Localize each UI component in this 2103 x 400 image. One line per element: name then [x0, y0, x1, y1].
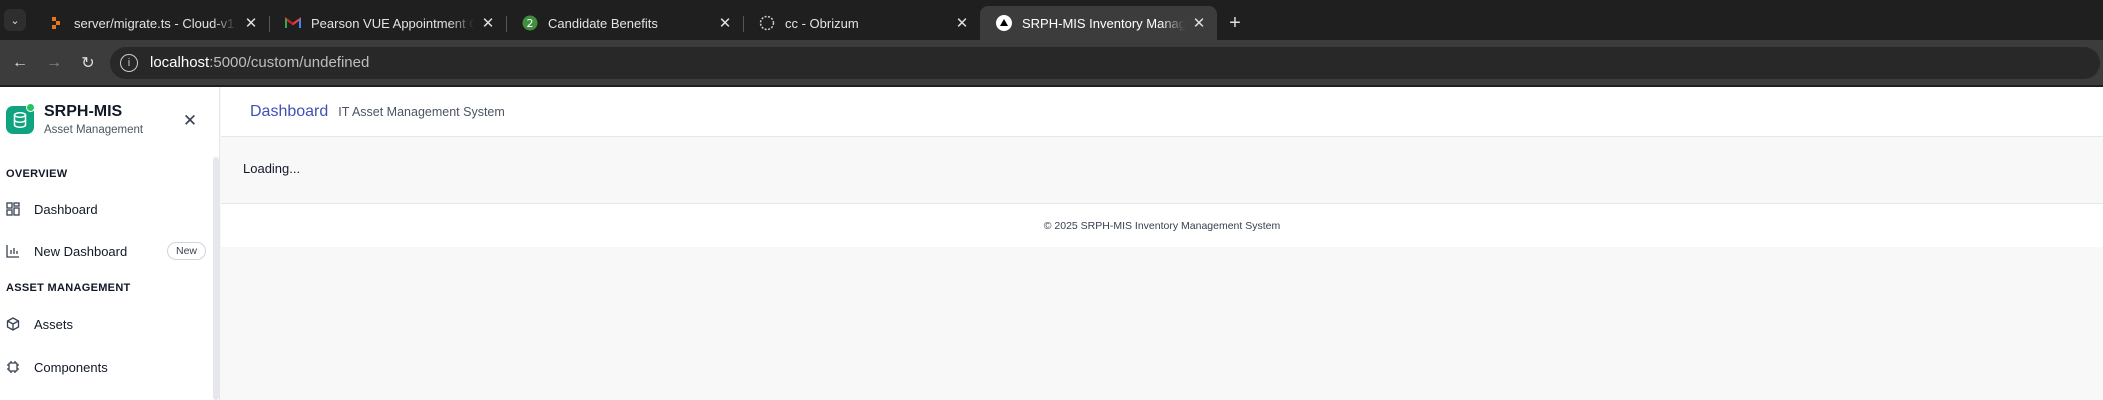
reload-button[interactable]: ↻ [74, 49, 102, 77]
box-icon [6, 317, 20, 331]
sidebar-item-new-dashboard[interactable]: New Dashboard New [0, 235, 212, 267]
tab-search-button[interactable]: ⌄ [4, 9, 26, 31]
brand-subtitle: Asset Management [44, 124, 144, 136]
brand-name: SRPH-MIS [44, 103, 123, 120]
svg-text:2: 2 [527, 17, 534, 30]
sidebar-item-assets[interactable]: Assets [0, 308, 212, 340]
tab-pearson[interactable]: Pearson VUE Appointment Confirmation ✕ [269, 6, 506, 40]
bar-chart-icon [6, 244, 20, 258]
sidebar: SRPH-MIS Asset Management ✕ OVERVIEW Das… [0, 87, 220, 400]
sidebar-item-components[interactable]: Components [0, 351, 212, 383]
close-icon[interactable]: ✕ [717, 15, 733, 32]
section-overview: OVERVIEW [6, 168, 68, 180]
sidebar-item-label: Assets [34, 316, 74, 332]
site-info-icon[interactable]: i [120, 53, 138, 72]
footer-text: © 2025 SRPH-MIS Inventory Management Sys… [1043, 219, 1281, 232]
arrow-right-icon: → [46, 53, 62, 71]
close-icon[interactable]: ✕ [1191, 15, 1207, 32]
new-badge: New [166, 242, 206, 260]
forward-button[interactable]: → [40, 49, 68, 77]
url-host: localhost [150, 54, 210, 71]
close-icon[interactable]: ✕ [954, 15, 970, 32]
toolbar: ← → ↻ i localhost:5000/custom/undefined [0, 40, 2103, 85]
sidebar-item-label: Components [34, 359, 108, 375]
sidebar-scrollbar[interactable] [213, 157, 219, 400]
tab-strip: ⌄ server/migrate.ts - Cloud-v1 (1) ✕ Pea… [0, 0, 2103, 40]
close-icon: ✕ [182, 111, 198, 130]
url-path: :5000/custom/undefined [209, 54, 370, 71]
reload-icon: ↻ [81, 54, 95, 72]
tab-title: server/migrate.ts - Cloud-v1 (1) [74, 15, 237, 31]
close-sidebar-button[interactable]: ✕ [180, 111, 200, 131]
main-header: Dashboard IT Asset Management System [221, 87, 2103, 137]
two-badge-icon: 2 [522, 15, 538, 31]
tab-title: SRPH-MIS Inventory Management [1022, 15, 1185, 31]
new-tab-button[interactable]: + [1217, 6, 1253, 40]
page-title: Dashboard [250, 102, 329, 120]
back-button[interactable]: ← [6, 49, 34, 77]
gmail-icon [285, 15, 301, 31]
section-asset-management: ASSET MANAGEMENT [6, 282, 131, 294]
status-dot [26, 103, 35, 112]
page-subtitle: IT Asset Management System [338, 104, 505, 119]
stackblitz-icon [48, 15, 64, 31]
tab-candidate-benefits[interactable]: 2 Candidate Benefits ✕ [506, 6, 743, 40]
sidebar-item-dashboard[interactable]: Dashboard [0, 193, 212, 225]
sidebar-item-label: Dashboard [34, 201, 98, 217]
tab-title: Candidate Benefits [548, 15, 658, 31]
loading-text: Loading... [243, 161, 301, 176]
obrizum-icon [759, 15, 775, 31]
dashboard-icon [6, 202, 20, 216]
main-content: Dashboard IT Asset Management System Loa… [221, 87, 2103, 400]
close-icon[interactable]: ✕ [480, 15, 496, 32]
sidebar-item-label: New Dashboard [34, 243, 128, 259]
footer: © 2025 SRPH-MIS Inventory Management Sys… [221, 203, 2103, 247]
chevron-down-icon: ⌄ [10, 14, 20, 27]
tab-title: Pearson VUE Appointment Confirmation [311, 15, 474, 31]
tab-migrate[interactable]: server/migrate.ts - Cloud-v1 (1) ✕ [32, 6, 269, 40]
triangle-icon [996, 15, 1012, 31]
tab-title: cc - Obrizum [785, 15, 859, 31]
tab-srph-mis[interactable]: SRPH-MIS Inventory Management ✕ [980, 6, 1217, 40]
close-icon[interactable]: ✕ [243, 15, 259, 32]
arrow-left-icon: ← [12, 53, 28, 71]
address-bar[interactable]: i localhost:5000/custom/undefined [110, 46, 2100, 79]
tab-obrizum[interactable]: cc - Obrizum ✕ [743, 6, 980, 40]
chip-icon [6, 360, 20, 374]
page: SRPH-MIS Asset Management ✕ OVERVIEW Das… [0, 87, 2103, 400]
